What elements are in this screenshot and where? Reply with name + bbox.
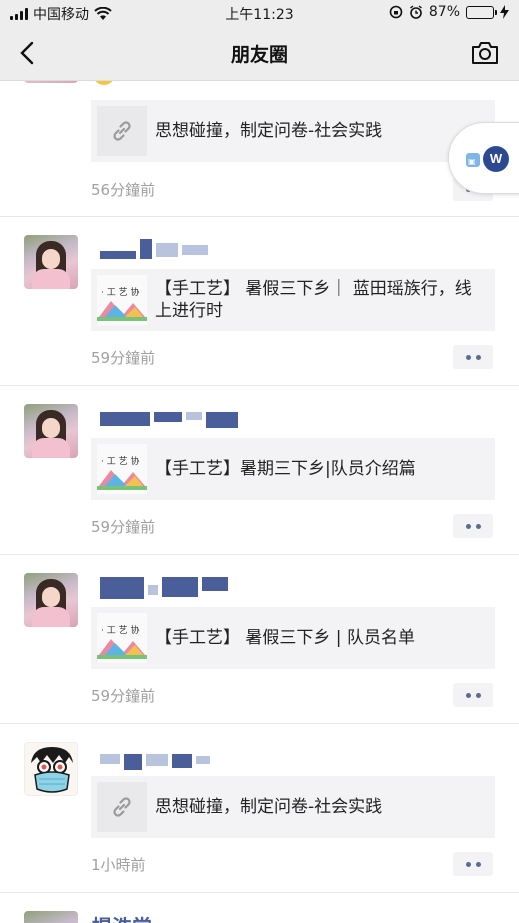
page-title: 朋友圈 [230, 44, 288, 66]
floating-window-button[interactable]: ▣ W [448, 122, 519, 194]
avatar[interactable] [24, 81, 78, 83]
more-button[interactable] [453, 345, 493, 369]
avatar[interactable] [24, 742, 78, 796]
nickname-blurred[interactable] [100, 239, 208, 261]
more-button[interactable] [453, 683, 493, 707]
moment-post: · 工 艺 协 【手工艺】 暑假三下乡 | 队员名单 59分鐘前 [0, 555, 519, 724]
orientation-lock-icon [389, 5, 403, 19]
post-time: 59分鐘前 [91, 687, 156, 705]
moment-post: 思想碰撞，制定问卷-社会实践 1小時前 [0, 724, 519, 893]
nickname-blurred[interactable] [100, 408, 238, 430]
charging-icon [500, 5, 509, 19]
moment-post: 提浩常 [0, 893, 519, 923]
status-right: 87% [389, 4, 509, 20]
share-card[interactable]: 思想碰撞，制定问卷-社会实践 [91, 776, 495, 838]
link-icon [97, 782, 147, 832]
share-title: 思想碰撞，制定问卷-社会实践 [155, 797, 383, 817]
w-badge: W [483, 146, 509, 172]
handicraft-logo-icon: · 工 艺 协 [97, 444, 147, 494]
status-bar: 中国移动 上午11:23 87% [0, 0, 519, 26]
battery-icon [466, 5, 497, 19]
nickname-blurred[interactable] [100, 577, 228, 599]
moment-post: · 工 艺 协 【手工艺】暑期三下乡|队员介绍篇 59分鐘前 [0, 386, 519, 555]
share-title: 【手工艺】 暑假三下乡 | 队员名单 [155, 628, 415, 648]
camera-icon[interactable] [471, 40, 499, 66]
handicraft-logo-icon: · 工 艺 协 [97, 613, 147, 663]
svg-text:· 工 艺 协: · 工 艺 协 [101, 286, 139, 298]
more-button[interactable] [453, 852, 493, 876]
nickname[interactable]: 提浩常 [92, 911, 152, 923]
share-title: 【手工艺】 暑假三下乡｜ 蓝田瑶族行，线上进行时 [155, 279, 472, 321]
handicraft-logo-icon: · 工 艺 协 [97, 275, 147, 325]
avatar[interactable] [24, 573, 78, 627]
smile-emoji-icon [93, 81, 115, 85]
share-card[interactable]: 思想碰撞，制定问卷-社会实践 [91, 100, 495, 162]
post-time: 56分鐘前 [91, 181, 156, 199]
app-mini-icon: ▣ [466, 153, 480, 167]
moment-post: · 工 艺 协 【手工艺】 暑假三下乡｜ 蓝田瑶族行，线上进行时 59分鐘前 [0, 217, 519, 386]
more-button[interactable] [453, 514, 493, 538]
link-icon [97, 106, 147, 156]
post-time: 59分鐘前 [91, 349, 156, 367]
share-card[interactable]: · 工 艺 协 【手工艺】暑期三下乡|队员介绍篇 [91, 438, 495, 500]
share-title: 【手工艺】暑期三下乡|队员介绍篇 [155, 459, 416, 479]
moment-post: 思想碰撞，制定问卷-社会实践 56分鐘前 [0, 81, 519, 217]
nav-bar: 朋友圈 [0, 26, 519, 81]
moments-feed[interactable]: 思想碰撞，制定问卷-社会实践 56分鐘前 · 工 艺 协 【手工艺】 暑假三下乡… [0, 81, 519, 923]
post-time: 59分鐘前 [91, 518, 156, 536]
avatar[interactable] [24, 404, 78, 458]
post-time: 1小時前 [91, 856, 146, 874]
battery-percent: 87% [428, 4, 460, 20]
alarm-icon [409, 5, 422, 19]
avatar[interactable] [24, 911, 78, 923]
share-card[interactable]: · 工 艺 协 【手工艺】 暑假三下乡 | 队员名单 [91, 607, 495, 669]
svg-text:▣: ▣ [468, 157, 476, 166]
avatar[interactable] [24, 235, 78, 289]
nickname-blurred[interactable] [100, 746, 210, 770]
share-title: 思想碰撞，制定问卷-社会实践 [155, 121, 383, 141]
svg-text:· 工 艺 协: · 工 艺 协 [101, 624, 139, 636]
share-card[interactable]: · 工 艺 协 【手工艺】 暑假三下乡｜ 蓝田瑶族行，线上进行时 [91, 269, 495, 331]
svg-text:· 工 艺 协: · 工 艺 协 [101, 455, 139, 467]
